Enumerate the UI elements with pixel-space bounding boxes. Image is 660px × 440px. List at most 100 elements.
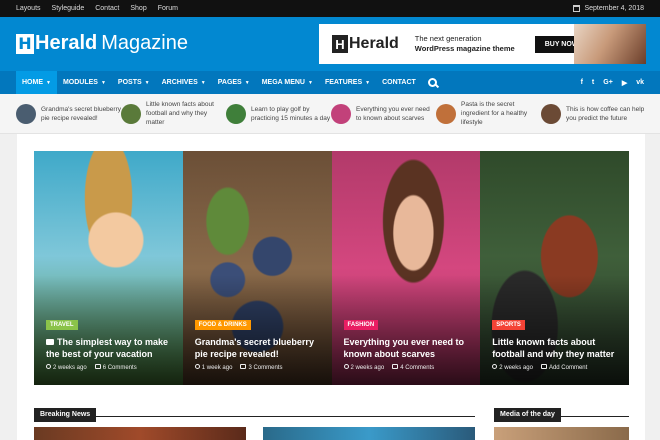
post-time-text: 2 weeks ago	[350, 365, 385, 371]
post-time-text: 2 weeks ago	[499, 365, 533, 371]
ticker-title: This is how coffee can help you predict …	[566, 105, 645, 122]
ad-photo	[574, 24, 646, 64]
post-time: 2 weeks ago	[343, 364, 385, 371]
site-logo[interactable]: H Herald Magazine	[16, 32, 188, 55]
comment-icon	[94, 364, 101, 369]
trending-ticker: Grandma's secret blueberry pie recipe re…	[0, 94, 660, 134]
ticker-thumbnail	[226, 103, 246, 124]
nav-posts-label: POSTS	[117, 79, 142, 86]
post-title[interactable]: The simplest way to make the best of you…	[46, 336, 173, 360]
clock-icon	[194, 364, 200, 369]
ticker-item[interactable]: Grandma's secret blueberry pie recipe re…	[16, 103, 121, 124]
post-time: 2 weeks ago	[492, 364, 533, 371]
ticker-title: Everything you ever need to known about …	[356, 105, 430, 122]
ad-line-1: The next generation	[414, 34, 482, 43]
search-icon[interactable]	[427, 78, 437, 87]
featured-post-fashion[interactable]: FASHION Everything you ever need to know…	[331, 151, 481, 385]
post-title-text: The simplest way to make the best of you…	[46, 337, 169, 359]
post-comments-text: 6 Comments	[102, 365, 137, 371]
ticker-item[interactable]: Pasta is the secret ingredient for a hea…	[436, 100, 541, 127]
nav-modules[interactable]: MODULES ▼	[57, 71, 112, 94]
ticker-title: Grandma's secret blueberry pie recipe re…	[41, 105, 121, 122]
ticker-item[interactable]: Everything you ever need to known about …	[331, 103, 436, 124]
breaking-news-image-1[interactable]	[34, 427, 246, 440]
chevron-down-icon: ▼	[307, 79, 313, 86]
ad-h-icon: H	[332, 35, 348, 53]
clock-icon	[492, 364, 498, 369]
nav-contact-label: CONTACT	[382, 79, 416, 86]
post-meta: 2 weeks ago 6 Comments	[46, 364, 173, 371]
chevron-down-icon: ▼	[144, 79, 150, 86]
top-link-shop[interactable]: Shop	[130, 5, 146, 12]
logo-light-text: Magazine	[101, 32, 188, 54]
nav-mega-menu[interactable]: MEGA MENU ▼	[256, 71, 319, 94]
nav-home-label: HOME	[22, 79, 43, 86]
ticker-title: Pasta is the secret ingredient for a hea…	[461, 101, 528, 126]
top-link-contact[interactable]: Contact	[95, 5, 119, 12]
ticker-item[interactable]: Learn to play golf by practicing 15 minu…	[226, 103, 331, 124]
logo-bold-text: Herald	[35, 32, 98, 54]
ticker-title: Learn to play golf by practicing 15 minu…	[251, 105, 331, 122]
nav-archives[interactable]: ARCHIVES ▼	[156, 71, 212, 94]
vk-icon[interactable]: vk	[636, 79, 644, 87]
chevron-down-icon: ▼	[100, 79, 106, 86]
tile-info: FASHION Everything you ever need to know…	[343, 313, 471, 371]
post-comments[interactable]: Add Comment	[540, 364, 588, 371]
chevron-down-icon: ▼	[200, 79, 206, 86]
post-time: 1 week ago	[194, 364, 232, 371]
nav-pages-label: PAGES	[217, 79, 242, 86]
post-meta: 2 weeks ago Add Comment	[492, 364, 619, 371]
google-plus-icon[interactable]: G+	[603, 79, 613, 87]
post-comments[interactable]: 6 Comments	[94, 364, 137, 371]
comment-icon	[540, 364, 547, 369]
post-title[interactable]: Everything you ever need to known about …	[344, 336, 471, 360]
post-comments-text: Add Comment	[548, 365, 588, 371]
featured-post-food[interactable]: FOOD & DRINKS Grandma's secret blueberry…	[182, 151, 332, 385]
post-time-text: 2 weeks ago	[53, 365, 87, 371]
ticker-item[interactable]: Little known facts about football and wh…	[121, 100, 226, 127]
post-comments-text: 3 Comments	[248, 365, 283, 371]
clock-icon	[46, 364, 51, 369]
featured-grid: TRAVEL The simplest way to make the best…	[34, 151, 629, 385]
media-of-day-image[interactable]	[494, 427, 629, 440]
nav-home[interactable]: HOME ▼	[16, 71, 57, 94]
category-badge[interactable]: SPORTS	[492, 320, 525, 330]
twitter-icon[interactable]: t	[592, 79, 594, 87]
post-meta: 1 week ago 3 Comments	[194, 364, 322, 371]
current-date: September 4, 2018	[573, 5, 644, 12]
clock-icon	[343, 364, 349, 369]
ad-tagline: The next generation WordPress magazine t…	[415, 34, 515, 54]
post-comments-text: 4 Comments	[400, 365, 435, 371]
featured-post-travel[interactable]: TRAVEL The simplest way to make the best…	[34, 151, 183, 385]
facebook-icon[interactable]: f	[581, 79, 583, 87]
post-comments[interactable]: 4 Comments	[392, 364, 434, 371]
nav-archives-label: ARCHIVES	[161, 79, 198, 86]
category-badge[interactable]: TRAVEL	[46, 320, 78, 330]
breaking-news-header: Breaking News	[34, 403, 475, 422]
top-link-styleguide[interactable]: Styleguide	[52, 5, 85, 12]
top-link-layouts[interactable]: Layouts	[16, 5, 41, 12]
ticker-thumbnail	[16, 103, 36, 124]
section-title: Media of the day	[494, 408, 561, 422]
ticker-title: Little known facts about football and wh…	[146, 101, 214, 126]
category-badge[interactable]: FASHION	[343, 320, 379, 330]
top-link-forum[interactable]: Forum	[158, 5, 178, 12]
logo-h-icon: H	[16, 33, 34, 54]
category-badge[interactable]: FOOD & DRINKS	[194, 320, 251, 330]
nav-contact[interactable]: CONTACT	[376, 71, 422, 94]
ticker-item[interactable]: This is how coffee can help you predict …	[541, 103, 646, 124]
youtube-icon[interactable]: ▶	[622, 79, 627, 87]
top-bar: Layouts Styleguide Contact Shop Forum Se…	[0, 0, 660, 17]
post-comments[interactable]: 3 Comments	[240, 364, 282, 371]
header-ad-banner[interactable]: H Herald The next generation WordPress m…	[319, 24, 646, 64]
nav-pages[interactable]: PAGES ▼	[212, 71, 256, 94]
nav-features-label: FEATURES	[324, 79, 363, 86]
post-title[interactable]: Little known facts about football and wh…	[492, 336, 619, 360]
site-header: H Herald Magazine H Herald The next gene…	[0, 17, 660, 71]
breaking-news-image-2[interactable]	[263, 427, 475, 440]
chevron-down-icon: ▼	[46, 79, 51, 86]
post-title[interactable]: Grandma's secret blueberry pie recipe re…	[195, 336, 322, 360]
nav-posts[interactable]: POSTS ▼	[112, 71, 156, 94]
nav-features[interactable]: FEATURES ▼	[319, 71, 376, 94]
featured-post-sports[interactable]: SPORTS Little known facts about football…	[480, 151, 629, 385]
